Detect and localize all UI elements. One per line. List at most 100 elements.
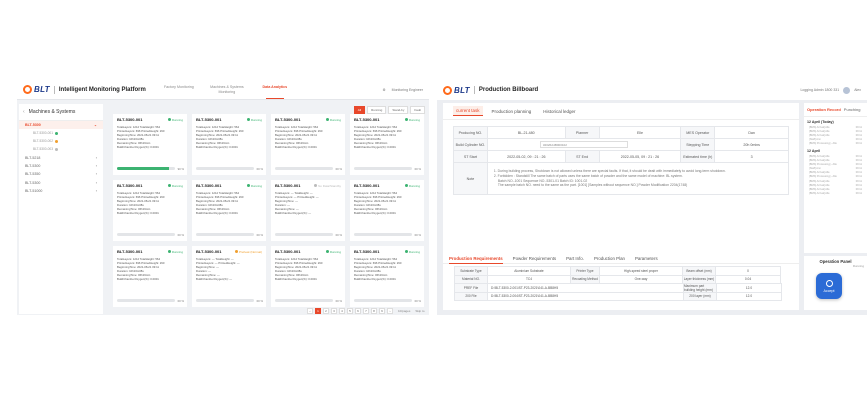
sidebar-subitem[interactable]: BLT-5300-002 (19, 137, 103, 145)
blt-logo[interactable]: BLT (23, 85, 50, 94)
machine-card[interactable]: BLT-5300-001 No Data/Standby TotalLayers: … (271, 180, 345, 241)
sidebar-item-blt-5218[interactable]: BLT-5218 › (19, 153, 103, 161)
status-badge: Running (404, 250, 420, 254)
accept-button[interactable]: Accept (816, 273, 842, 299)
nav-factory-monitoring[interactable]: Factory Monitoring (162, 85, 196, 93)
record-line: [BMS] Processing] - Alle 09:11 (804, 142, 867, 146)
progress-bar (117, 167, 175, 170)
tab-operation-record[interactable]: Operation Record (807, 107, 841, 112)
sidebar-subitem[interactable]: BLT-5300-003 (19, 145, 103, 153)
page-button[interactable]: 1 (315, 308, 321, 314)
record-line: [BMS] Arrival] Alle 09:11 (804, 192, 867, 196)
machine-id: BLT-5300-001 (117, 249, 143, 254)
record-time: 09:11 (855, 158, 862, 162)
machine-card[interactable]: BLT-5300-001 Preheat (Normal) TotalLayers:… (192, 246, 266, 307)
sidebar-item-blt-5300b[interactable]: BLT-5300 › (19, 162, 103, 170)
status-dot-icon (404, 118, 408, 121)
sidebar-subitem[interactable]: BLT-5300-001 (19, 129, 103, 137)
progress-bar (354, 233, 412, 236)
note-line: The sample batch NO. need to the same as… (497, 183, 688, 188)
page-button[interactable]: ‹ (307, 308, 313, 314)
page-button[interactable]: 6 (355, 308, 361, 314)
sidebar-item-blt-5300[interactable]: BLT-5300 ⌄ (19, 121, 103, 130)
chevron-right-icon: › (95, 172, 97, 177)
nav-machines-monitoring[interactable]: Machines & Systems Monitoring (210, 85, 244, 93)
status-dot-icon (325, 250, 329, 253)
blt-logo[interactable]: BLT (443, 85, 470, 95)
page-button[interactable]: 9 (379, 308, 385, 314)
record-time: 09:11 (855, 129, 862, 133)
filter-running[interactable]: Running (367, 106, 387, 114)
page-button[interactable]: › (387, 308, 393, 314)
filter-standby[interactable]: Stand-by (388, 106, 409, 114)
machine-card[interactable]: BLT-5300-001 Running TotalLayers: 1212 Tot… (350, 246, 424, 307)
tab-parameters[interactable]: Parameters (635, 256, 658, 263)
build-cylinder-field[interactable]: 32026A4B000102 (487, 139, 682, 151)
page-button[interactable]: 7 (363, 308, 369, 314)
machine-card[interactable]: BLT-5300-001 Running TotalLayers: 1212 Tot… (113, 114, 187, 175)
tab-part-info[interactable]: Part Info. (566, 256, 584, 263)
progress-bar (117, 299, 175, 302)
progress-percent: 00 % (335, 299, 342, 303)
machine-card[interactable]: BLT-5300-001 Running TotalLayers: 1212 Tot… (192, 180, 266, 241)
record-time: 09:11 (855, 142, 862, 146)
info-row: Producing NO. BL-21-480 Planner Elle MES… (454, 127, 790, 139)
page-button[interactable]: 2 (323, 308, 329, 314)
info-label: Producing NO. (454, 127, 488, 139)
machine-sidebar: ‹ Machines & Systems BLT-5300 ⌄ BLT-5300… (19, 104, 103, 314)
chevron-left-icon[interactable]: ‹ (23, 109, 25, 115)
machine-card[interactable]: BLT-5300-001 Running TotalLayers: 1212 Tot… (271, 114, 345, 175)
record-text: [BMS] Processing] - Alle (809, 142, 837, 146)
progress-bar (275, 233, 333, 236)
sidebar-item-blt-51000[interactable]: BLT-51000 › (19, 187, 103, 195)
machine-card[interactable]: BLT-5300-001 Running TotalLayers: 1212 Tot… (113, 180, 187, 241)
machine-card[interactable]: BLT-5300-001 Running TotalLayers: 1212 Tot… (271, 246, 345, 307)
filter-fault[interactable]: Fault (410, 106, 425, 114)
accept-label: Accept (823, 288, 835, 293)
sidebar-subitem-label: BLT-5300-002 (33, 139, 53, 144)
tab-production-plan[interactable]: Production Plan (594, 256, 625, 263)
machine-card[interactable]: BLT-5300-001 Running TotalLayers: 1212 Tot… (350, 180, 424, 241)
page-button[interactable]: 8 (371, 308, 377, 314)
info-row: Build Cylinder NO. 32026A4B000102 Steppi… (454, 139, 790, 151)
machine-card[interactable]: BLT-5300-001 Running TotalLayers: 1212 Tot… (192, 114, 266, 175)
tab-powder-requirements[interactable]: Powder Requirements (513, 256, 556, 263)
nav-data-analytics[interactable]: Data Analytics (258, 85, 292, 100)
note-content: 1. During building process, Shutdown is … (487, 163, 789, 195)
settings-icon[interactable]: ⚙ (383, 88, 386, 92)
record-text: [BMS] Arrival] Alle (809, 179, 830, 183)
page-jump[interactable]: Skip to (415, 309, 424, 313)
platform-header: BLT Intelligent Monitoring Platform Fact… (17, 80, 429, 100)
tab-current-task[interactable]: current task (453, 106, 483, 116)
sidebar-item-blt-5350[interactable]: BLT-5350 › (19, 170, 103, 178)
filter-all[interactable]: All (353, 106, 366, 114)
sidebar-item-blt-5300c[interactable]: BLT-5300 › (19, 179, 103, 187)
machine-card[interactable]: BLT-5300-001 Running TotalLayers: 1212 Tot… (350, 114, 424, 175)
tab-production-requirements[interactable]: Production Requirements (449, 256, 503, 264)
page-button[interactable]: 4 (339, 308, 345, 314)
page-button[interactable]: 3 (331, 308, 337, 314)
logo-text: BLT (34, 85, 50, 94)
sidebar-item-label: BLT-5300 (25, 163, 41, 168)
sidebar-item-label: BLT-51000 (25, 189, 43, 194)
tab-production-planning[interactable]: Production planning (489, 107, 535, 116)
user-name[interactable]: Alex (854, 88, 861, 92)
avatar[interactable] (843, 86, 851, 94)
tab-punching[interactable]: Punching (844, 107, 861, 112)
user-role[interactable]: Monitoring Engineer (392, 88, 423, 92)
machine-card[interactable]: BLT-5300-001 Running TotalLayers: 1212 Tot… (113, 246, 187, 307)
status-dot-icon (404, 250, 408, 253)
page-button[interactable]: 5 (347, 308, 353, 314)
status-dot-icon (325, 118, 329, 121)
progress-percent: 00 % (177, 299, 184, 303)
status-filter-group: All Running Stand-by Fault (353, 106, 425, 114)
tab-historical-ledger[interactable]: Historical ledger (540, 107, 578, 116)
progress-fill (117, 167, 170, 170)
req-value: 12.0 (716, 291, 782, 301)
card-metric: BuildChamberOxygen(%): 0.0001 (275, 145, 317, 150)
build-cylinder-input[interactable]: 32026A4B000102 (539, 141, 629, 148)
page-size-select[interactable]: 10/pages (398, 309, 410, 313)
record-time: 09:11 (855, 179, 862, 183)
card-metric: BuildChamberOxygen(%): 0.0001 (117, 145, 159, 150)
record-time: 09:11 (855, 171, 862, 175)
